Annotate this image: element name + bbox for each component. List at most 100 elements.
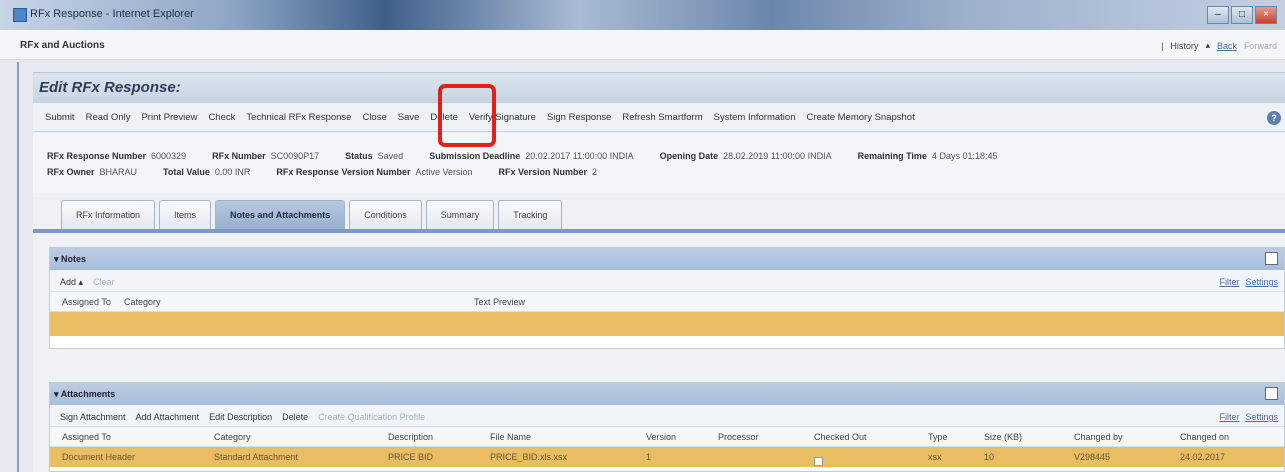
col-checked-out[interactable]: Checked Out — [814, 432, 867, 442]
save-highlight-box — [438, 84, 496, 147]
notes-settings-link[interactable]: Settings — [1245, 277, 1278, 287]
notes-panel: ▾ Notes Add ▴ Clear Filter Settings Assi… — [49, 247, 1285, 349]
main-content: Edit RFx Response: Submit Read Only Prin… — [33, 72, 1285, 472]
chevron-down-icon: ▴ — [1205, 40, 1210, 50]
portal-menubar: RFx and Auctions | History ▴ Back Forwar… — [0, 30, 1285, 60]
history-menu[interactable]: History — [1170, 41, 1198, 51]
cell-changed-on: 24.02.2017 — [1180, 452, 1226, 462]
field-total-value: Total Value 0.00 INR — [163, 167, 251, 177]
sign-attachment-button[interactable]: Sign Attachment — [60, 412, 126, 422]
col-category[interactable]: Category — [124, 297, 161, 307]
maximize-button[interactable]: □ — [1231, 6, 1253, 24]
tab-strip: RFx Information Items Notes and Attachme… — [61, 200, 563, 229]
col-changed-on[interactable]: Changed on — [1180, 432, 1229, 442]
history-nav: | History ▴ Back Forward — [1161, 40, 1277, 51]
field-response-number: RFx Response Number 6000329 — [47, 151, 187, 161]
col-size[interactable]: Size (KB) — [984, 432, 1022, 442]
field-rfx-version: RFx Version Number 2 — [498, 167, 598, 177]
main-toolbar: Submit Read Only Print Preview Check Tec… — [33, 102, 1285, 132]
col-text-preview[interactable]: Text Preview — [474, 297, 525, 307]
header-row-2: RFx Owner BHARAU Total Value 0.00 INR RFx … — [47, 167, 597, 177]
help-icon[interactable]: ? — [1267, 111, 1281, 125]
check-button[interactable]: Check — [208, 112, 235, 123]
field-remaining-time: Remaining Time 4 Days 01:18:45 — [857, 151, 998, 161]
cell-size: 10 — [984, 452, 995, 462]
ie-icon — [13, 8, 27, 22]
field-response-version: RFx Response Version Number Active Versio… — [276, 167, 473, 177]
attachments-panel-header[interactable]: ▾ Attachments — [50, 383, 1284, 405]
col-assigned-to[interactable]: Assigned To — [62, 297, 111, 307]
save-button[interactable]: Save — [398, 112, 420, 123]
print-preview-button[interactable]: Print Preview — [141, 112, 197, 123]
response-header-fields: RFx Response Number 6000329 RFx Number SC0… — [33, 133, 1285, 193]
cell-assigned-to: Document Header — [62, 452, 136, 462]
cell-type: xsx — [928, 452, 942, 462]
close-button[interactable]: × — [1255, 6, 1277, 24]
create-memory-snapshot-button[interactable]: Create Memory Snapshot — [806, 112, 914, 123]
col-file-name[interactable]: File Name — [490, 432, 531, 442]
page-header: Edit RFx Response: — [33, 72, 1285, 102]
edit-description-button[interactable]: Edit Description — [209, 412, 272, 422]
attachments-settings-link[interactable]: Settings — [1245, 412, 1278, 422]
tab-conditions[interactable]: Conditions — [349, 200, 422, 229]
cell-description[interactable]: PRICE BID — [388, 452, 433, 462]
tab-notes-and-attachments[interactable]: Notes and Attachments — [215, 200, 346, 229]
cell-file-name[interactable]: PRICE_BID.xls.xsx — [490, 452, 567, 462]
delete-attachment-button[interactable]: Delete — [282, 412, 308, 422]
col-category[interactable]: Category — [214, 432, 251, 442]
breadcrumb[interactable]: RFx and Auctions — [20, 40, 105, 51]
technical-rfx-response-button[interactable]: Technical RFx Response — [246, 112, 351, 123]
read-only-button[interactable]: Read Only — [86, 112, 131, 123]
clear-note-button[interactable]: Clear — [93, 277, 115, 288]
notes-selected-row[interactable] — [50, 312, 1284, 336]
submit-button[interactable]: Submit — [45, 112, 75, 123]
left-edge-line — [17, 62, 19, 472]
back-link[interactable]: Back — [1217, 41, 1237, 51]
field-opening-date: Opening Date 28.02.2019 11:00:00 INDIA — [659, 151, 832, 161]
notes-toolbar: Add ▴ Clear Filter Settings — [50, 270, 1284, 292]
cell-changed-by: V298445 — [1074, 452, 1111, 462]
col-version[interactable]: Version — [646, 432, 676, 442]
tab-tracking[interactable]: Tracking — [498, 200, 563, 229]
attachments-panel-title: ▾ Attachments — [54, 389, 116, 399]
maximize-panel-icon[interactable] — [1265, 252, 1278, 265]
field-rfx-owner: RFx Owner BHARAU — [47, 167, 138, 177]
col-assigned-to[interactable]: Assigned To — [62, 432, 111, 442]
col-type[interactable]: Type — [928, 432, 948, 442]
maximize-panel-icon[interactable] — [1265, 387, 1278, 400]
add-note-button[interactable]: Add ▴ — [60, 277, 83, 288]
refresh-smartform-button[interactable]: Refresh Smartform — [622, 112, 702, 123]
forward-link[interactable]: Forward — [1244, 41, 1277, 51]
notes-column-header: Assigned To Category Text Preview — [50, 292, 1284, 312]
sign-response-button[interactable]: Sign Response — [547, 112, 611, 123]
tab-items[interactable]: Items — [159, 200, 212, 229]
notes-panel-title: ▾ Notes — [54, 254, 87, 264]
field-submission-deadline: Submission Deadline 20.02.2017 11:00:00 I… — [429, 151, 634, 161]
tab-summary[interactable]: Summary — [425, 200, 495, 229]
tab-underline — [33, 229, 1285, 233]
col-changed-by[interactable]: Changed by — [1074, 432, 1123, 442]
add-attachment-button[interactable]: Add Attachment — [136, 412, 200, 422]
window-title: RFx Response - Internet Explorer — [30, 8, 194, 20]
notes-filter-link[interactable]: Filter — [1219, 277, 1239, 287]
attachments-column-header: Assigned To Category Description File Na… — [50, 427, 1284, 447]
close-doc-button[interactable]: Close — [362, 112, 386, 123]
attachments-filter-link[interactable]: Filter — [1219, 412, 1239, 422]
col-processor[interactable]: Processor — [718, 432, 759, 442]
header-row-1: RFx Response Number 6000329 RFx Number SC0… — [47, 151, 997, 161]
minimize-button[interactable]: – — [1207, 6, 1229, 24]
col-description[interactable]: Description — [388, 432, 433, 442]
attachments-toolbar: Sign Attachment Add Attachment Edit Desc… — [50, 405, 1284, 427]
page-title: Edit RFx Response: — [39, 79, 181, 96]
window-controls: – □ × — [1207, 6, 1277, 24]
table-row[interactable]: Document Header Standard Attachment PRIC… — [50, 447, 1284, 467]
separator-icon: | — [1161, 40, 1164, 51]
create-qualification-profile-button[interactable]: Create Qualification Profile — [318, 412, 425, 422]
cell-category: Standard Attachment — [214, 452, 299, 462]
notes-panel-header[interactable]: ▾ Notes — [50, 248, 1284, 270]
system-information-button[interactable]: System Information — [714, 112, 796, 123]
cell-version: 1 — [646, 452, 652, 462]
window-titlebar: RFx Response - Internet Explorer – □ × — [0, 0, 1285, 30]
tab-rfx-information[interactable]: RFx Information — [61, 200, 156, 229]
checked-out-checkbox[interactable] — [814, 457, 823, 466]
